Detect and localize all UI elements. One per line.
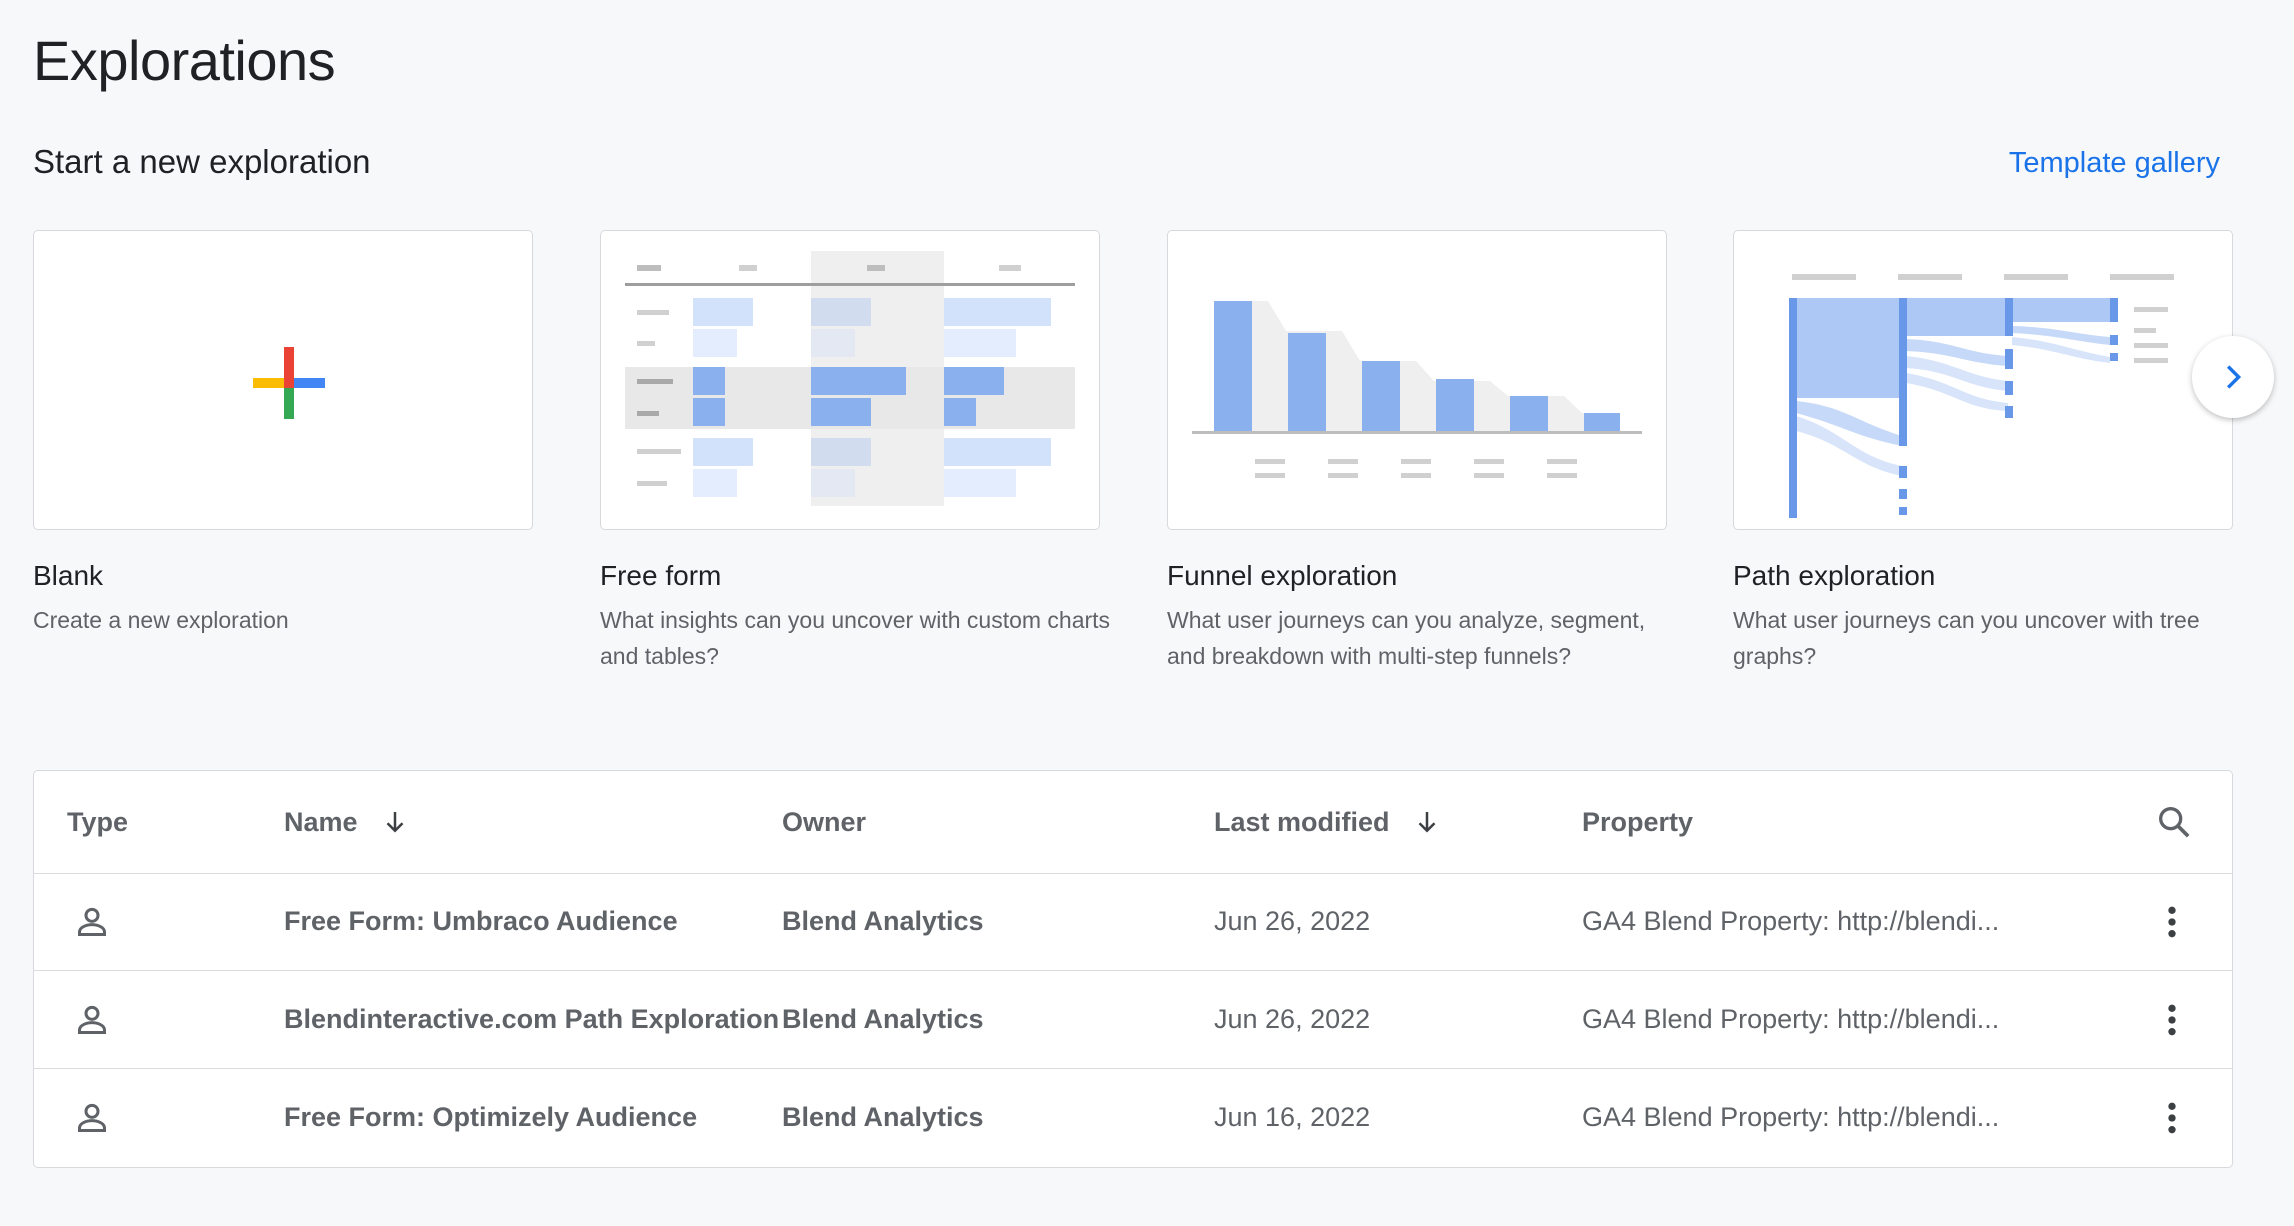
- row-property: GA4 Blend Property: http://blendi...: [1582, 1102, 2000, 1132]
- card-description: What insights can you uncover with custo…: [600, 607, 1111, 669]
- row-name[interactable]: Free Form: Optimizely Audience: [284, 1069, 697, 1166]
- column-header-owner: Owner: [782, 806, 867, 837]
- row-menu-button[interactable]: [2164, 971, 2180, 1068]
- card-title: Path exploration: [1733, 560, 1936, 591]
- row-last-modified: Jun 26, 2022: [1214, 906, 1371, 936]
- card-description: What user journeys can you uncover with …: [1733, 607, 2200, 669]
- path-thumbnail[interactable]: [1733, 230, 2233, 530]
- table-row[interactable]: Free Form: Optimizely Audience Blend Ana…: [34, 1069, 2232, 1166]
- more-vert-icon[interactable]: [2164, 902, 2180, 942]
- column-header-last-modified-label: Last modified: [1214, 806, 1390, 837]
- page-title: Explorations: [33, 29, 336, 92]
- row-property: GA4 Blend Property: http://blendi...: [1582, 906, 2000, 936]
- search-icon[interactable]: [2154, 802, 2194, 842]
- row-menu-button[interactable]: [2164, 1069, 2180, 1166]
- plus-icon: [253, 347, 325, 419]
- column-header-type: Type: [67, 806, 129, 837]
- row-name[interactable]: Free Form: Umbraco Audience: [284, 873, 678, 970]
- person-icon: [72, 873, 112, 970]
- table-illustration: [625, 251, 1075, 506]
- row-owner: Blend Analytics: [782, 1102, 984, 1132]
- chevron-right-icon: [2226, 365, 2242, 389]
- card-title: Funnel exploration: [1167, 560, 1398, 591]
- column-header-name-label: Name: [284, 806, 358, 837]
- person-icon: [72, 1069, 112, 1166]
- search-button[interactable]: [2154, 771, 2194, 873]
- row-owner: Blend Analytics: [782, 906, 984, 936]
- column-header-name[interactable]: Name: [284, 771, 410, 873]
- arrow-down-icon[interactable]: [380, 807, 410, 837]
- funnel-thumbnail[interactable]: [1167, 230, 1667, 530]
- free-form-thumbnail[interactable]: [600, 230, 1100, 530]
- card-title: Blank: [33, 560, 104, 591]
- card-description: Create a new exploration: [33, 607, 289, 633]
- path-illustration: [1789, 274, 2174, 518]
- template-gallery-link[interactable]: Template gallery: [2009, 147, 2220, 180]
- more-vert-icon[interactable]: [2164, 1000, 2180, 1040]
- next-templates-button[interactable]: [2192, 336, 2274, 418]
- template-card-free-form[interactable]: Free form What insights can you uncover …: [600, 230, 1110, 674]
- template-card-path-exploration[interactable]: Path exploration What user journeys can …: [1733, 230, 2233, 674]
- row-property: GA4 Blend Property: http://blendi...: [1582, 1004, 2000, 1034]
- template-card-funnel-exploration[interactable]: Funnel exploration What user journeys ca…: [1167, 230, 1667, 674]
- table-header-row: Type Name Owner Last modified Property: [34, 771, 2232, 874]
- template-card-blank[interactable]: Blank Create a new exploration: [33, 230, 533, 638]
- template-cards: Blank Create a new exploration Free form…: [33, 230, 2233, 690]
- row-last-modified: Jun 16, 2022: [1214, 1102, 1371, 1132]
- table-row[interactable]: Blendinteractive.com Path Exploration Bl…: [34, 971, 2232, 1069]
- column-header-property: Property: [1582, 806, 1694, 837]
- column-header-last-modified[interactable]: Last modified: [1214, 771, 1442, 873]
- row-menu-button[interactable]: [2164, 873, 2180, 970]
- card-description: What user journeys can you analyze, segm…: [1167, 607, 1646, 669]
- funnel-illustration: [1192, 301, 1642, 478]
- more-vert-icon[interactable]: [2164, 1098, 2180, 1138]
- row-owner: Blend Analytics: [782, 1004, 984, 1034]
- card-title: Free form: [600, 560, 722, 591]
- row-name[interactable]: Blendinteractive.com Path Exploration: [284, 971, 779, 1068]
- row-last-modified: Jun 26, 2022: [1214, 1004, 1371, 1034]
- blank-thumbnail[interactable]: [33, 230, 533, 530]
- section-title: Start a new exploration: [33, 143, 371, 180]
- table-row[interactable]: Free Form: Umbraco Audience Blend Analyt…: [34, 873, 2232, 971]
- arrow-down-icon[interactable]: [1412, 807, 1442, 837]
- explorations-table: Type Name Owner Last modified Property F…: [33, 770, 2233, 1168]
- person-icon: [72, 971, 112, 1068]
